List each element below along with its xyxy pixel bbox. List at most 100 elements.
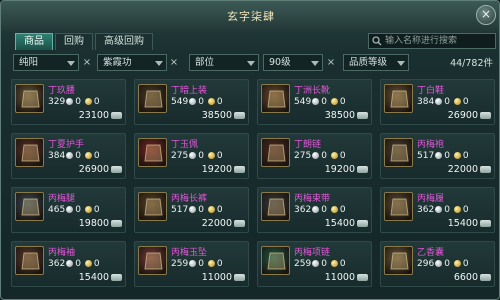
item-card[interactable]: 丙梅袖 362 0 0 15400 xyxy=(11,241,126,287)
chevron-down-icon xyxy=(247,61,255,66)
item-silver: 0 xyxy=(444,259,450,269)
search-icon xyxy=(372,36,382,46)
item-card[interactable]: 丁朗链 275 0 0 19200 xyxy=(257,133,372,179)
silver-coin-icon xyxy=(312,152,320,159)
item-price: 38500 xyxy=(324,110,355,121)
currency-icon xyxy=(480,274,491,281)
clear-faction-button[interactable]: × xyxy=(81,55,93,70)
search-input[interactable] xyxy=(385,34,493,48)
item-silver: 0 xyxy=(444,151,450,161)
item-card[interactable]: 丙梅长裤 517 0 0 22000 xyxy=(134,187,249,233)
shoes-icon[interactable] xyxy=(384,192,413,221)
item-qty: 329 xyxy=(48,97,66,107)
item-silver: 0 xyxy=(75,205,81,215)
item-card[interactable]: 丁洲长靴 549 0 0 38500 xyxy=(257,79,372,125)
item-card[interactable]: 丁白鞋 384 0 0 26900 xyxy=(380,79,495,125)
item-card[interactable]: 丁夏护手 384 0 0 26900 xyxy=(11,133,126,179)
currency-icon xyxy=(357,220,368,227)
jade-necklace-icon[interactable] xyxy=(261,246,290,275)
level-dropdown[interactable]: 90级 xyxy=(263,54,323,71)
item-card[interactable]: 丁玉佩 275 0 0 19200 xyxy=(134,133,249,179)
item-card[interactable]: 丙梅玉坠 259 0 0 11000 xyxy=(134,241,249,287)
item-card[interactable]: 丙梅履 362 0 0 15400 xyxy=(380,187,495,233)
clear-skill-button[interactable]: × xyxy=(168,55,180,70)
item-gold: 0 xyxy=(462,205,469,215)
item-qty: 362 xyxy=(417,205,435,215)
sachet-icon[interactable] xyxy=(384,246,413,275)
chevron-down-icon xyxy=(155,61,163,66)
item-gold: 0 xyxy=(462,259,469,269)
currency-icon xyxy=(234,274,245,281)
item-silver: 0 xyxy=(444,205,450,215)
currency-icon xyxy=(111,112,122,119)
item-silver: 0 xyxy=(75,151,81,161)
tab-buyback[interactable]: 回购 xyxy=(55,33,93,50)
item-card[interactable]: 丙梅束带 362 0 0 15400 xyxy=(257,187,372,233)
clear-level-button[interactable]: × xyxy=(325,55,337,70)
item-name: 丙梅袖 xyxy=(48,248,76,258)
item-price: 19800 xyxy=(78,218,109,229)
item-card[interactable]: 丙梅袍 517 0 0 22000 xyxy=(380,133,495,179)
item-price: 15400 xyxy=(324,218,355,229)
tab-advanced-buyback[interactable]: 高级回购 xyxy=(95,33,153,50)
item-silver: 0 xyxy=(198,151,204,161)
leggings-icon[interactable] xyxy=(15,192,44,221)
faction-dropdown[interactable]: 纯阳 xyxy=(13,54,79,71)
necklace-icon[interactable] xyxy=(261,138,290,167)
robe-icon[interactable] xyxy=(384,138,413,167)
item-name: 丙梅履 xyxy=(417,194,445,204)
currency-icon xyxy=(480,112,491,119)
tab-bar: 商品 回购 高级回购 xyxy=(15,33,155,50)
gold-coin-icon xyxy=(330,206,338,213)
item-card[interactable]: 丙梅腿 465 0 0 19800 xyxy=(11,187,126,233)
sleeve-icon[interactable] xyxy=(15,246,44,275)
silver-coin-icon xyxy=(435,98,443,105)
item-name: 丁洲长靴 xyxy=(294,86,331,96)
search-box[interactable] xyxy=(368,33,496,49)
slot-dropdown[interactable]: 部位 xyxy=(189,54,259,71)
item-name: 丁夏护手 xyxy=(48,140,85,150)
item-price: 23100 xyxy=(78,110,109,121)
item-card[interactable]: 乙香囊 296 0 0 6600 xyxy=(380,241,495,287)
item-card[interactable]: 丙梅项链 259 0 0 11000 xyxy=(257,241,372,287)
bracer-icon[interactable] xyxy=(15,138,44,167)
item-name: 丙梅项链 xyxy=(294,248,331,258)
quality-dropdown[interactable]: 品质等级 xyxy=(343,54,409,71)
item-card[interactable]: 丁暗上装 549 0 0 38500 xyxy=(134,79,249,125)
silver-coin-icon xyxy=(66,152,74,159)
item-gold: 0 xyxy=(339,151,346,161)
sash-icon[interactable] xyxy=(261,192,290,221)
boots-icon[interactable] xyxy=(384,84,413,113)
skill-dropdown[interactable]: 紫霞功 xyxy=(97,54,167,71)
close-button[interactable]: × xyxy=(476,5,496,25)
currency-icon xyxy=(234,166,245,173)
item-name: 丙梅长裤 xyxy=(171,194,208,204)
gold-coin-icon xyxy=(453,152,461,159)
gold-coin-icon xyxy=(207,260,215,267)
currency-icon xyxy=(234,220,245,227)
belt-icon[interactable] xyxy=(15,84,44,113)
item-name: 丁暗上装 xyxy=(171,86,208,96)
pants-icon[interactable] xyxy=(261,84,290,113)
item-stats: 275 0 0 xyxy=(171,151,223,161)
item-silver: 0 xyxy=(198,97,204,107)
tab-goods[interactable]: 商品 xyxy=(15,33,53,50)
pendant-icon[interactable] xyxy=(138,138,167,167)
item-name: 丙梅玉坠 xyxy=(171,248,208,258)
item-qty: 362 xyxy=(294,205,312,215)
silver-coin-icon xyxy=(66,206,74,213)
window-title: 玄字柒肆 xyxy=(227,10,275,23)
jade-pendant-icon[interactable] xyxy=(138,246,167,275)
item-card[interactable]: 丁玖腰 329 0 0 23100 xyxy=(11,79,126,125)
item-silver: 0 xyxy=(75,259,81,269)
item-gold: 0 xyxy=(216,205,223,215)
chest-armor-icon[interactable] xyxy=(138,84,167,113)
item-price: 26900 xyxy=(447,110,478,121)
item-stats: 259 0 0 xyxy=(294,259,346,269)
trousers-icon[interactable] xyxy=(138,192,167,221)
item-gold: 0 xyxy=(93,97,100,107)
currency-icon xyxy=(111,166,122,173)
item-stats: 275 0 0 xyxy=(294,151,346,161)
item-silver: 0 xyxy=(198,205,204,215)
item-gold: 0 xyxy=(93,205,100,215)
